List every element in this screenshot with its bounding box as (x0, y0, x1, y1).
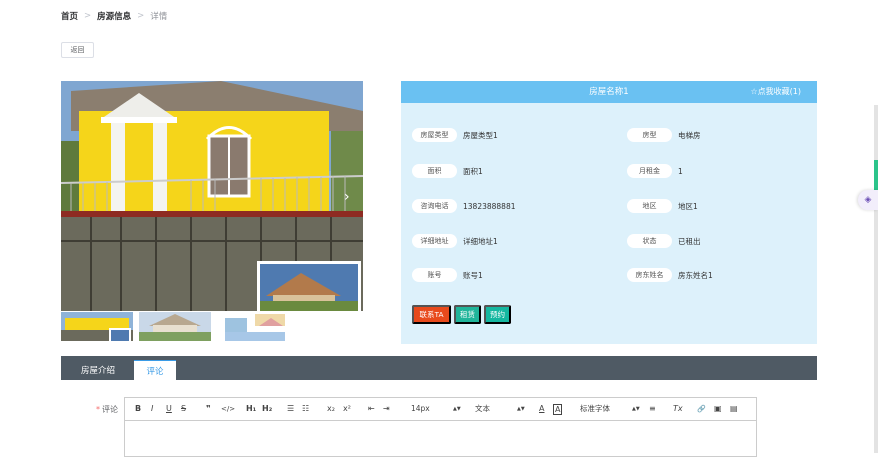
reserve-button[interactable]: 预约 (484, 305, 511, 324)
field-label: 面积 (412, 164, 457, 178)
field-region: 地区 地区1 (627, 199, 698, 213)
select-caret-icon: ▲▼ (453, 406, 461, 412)
font-family-value: 标准字体 (580, 404, 610, 413)
field-label: 房型 (627, 128, 672, 142)
tab-house-intro[interactable]: 房屋介绍 (69, 360, 127, 380)
comment-label: * 评论 (96, 404, 118, 415)
bold-icon[interactable]: B (135, 403, 141, 415)
field-house-type: 房屋类型 房屋类型1 (412, 128, 498, 142)
field-label: 咨询电话 (412, 199, 457, 213)
field-label: 房屋类型 (412, 128, 457, 142)
field-value: 房屋类型1 (463, 130, 498, 140)
house-photo (61, 81, 363, 311)
underline-icon[interactable]: U (166, 403, 172, 415)
tab-comments[interactable]: 评论 (134, 360, 176, 380)
action-buttons: 联系TA 租赁 预约 (412, 305, 511, 324)
required-mark: * (96, 405, 100, 414)
field-label: 房东姓名 (627, 268, 672, 282)
contact-button[interactable]: 联系TA (412, 305, 451, 324)
thumbnail[interactable] (61, 312, 133, 341)
field-account: 账号 账号1 (412, 268, 483, 282)
breadcrumb: 首页 > 房源信息 > 详情 (61, 10, 167, 22)
indent-icon[interactable]: ⇥ (383, 403, 390, 415)
field-value: 房东姓名1 (678, 270, 713, 280)
field-room-type: 房型 电梯房 (627, 128, 701, 142)
field-label: 账号 (412, 268, 457, 282)
bullet-list-icon[interactable]: ☷ (302, 403, 309, 415)
font-size-value: 14px (411, 404, 430, 413)
subscript-icon[interactable]: x₂ (327, 403, 335, 415)
field-value: 详细地址1 (463, 236, 498, 246)
superscript-icon[interactable]: x² (343, 403, 351, 415)
rich-text-editor: B I U S ❞ </> H₁ H₂ ☰ ☷ x₂ x² ⇤ ⇥ 14px ▲… (124, 397, 757, 457)
breadcrumb-section[interactable]: 房源信息 (97, 10, 131, 22)
field-label: 详细地址 (412, 234, 457, 248)
italic-icon[interactable]: I (151, 403, 153, 415)
field-value: 1 (678, 166, 683, 176)
editor-content-area[interactable] (125, 421, 756, 456)
quote-icon[interactable]: ❞ (206, 403, 211, 415)
field-value: 电梯房 (678, 130, 701, 140)
house-info-header: 房屋名称1 ☆点我收藏(1) (401, 81, 817, 103)
field-label: 月租金 (627, 164, 672, 178)
text-type-select[interactable]: 文本 ▲▼ (475, 403, 525, 415)
field-landlord: 房东姓名 房东姓名1 (627, 268, 713, 282)
scrollbar-thumb[interactable] (874, 160, 878, 190)
breadcrumb-current: 详情 (150, 12, 168, 22)
code-icon[interactable]: </> (221, 403, 235, 415)
font-size-select[interactable]: 14px ▲▼ (411, 403, 461, 415)
field-status: 状态 已租出 (627, 234, 701, 248)
text-type-value: 文本 (475, 404, 490, 413)
align-icon[interactable]: ≡ (649, 403, 656, 415)
breadcrumb-separator: > (137, 11, 145, 21)
field-value: 地区1 (678, 201, 698, 211)
house-image-carousel[interactable] (61, 81, 363, 311)
carousel-next-icon[interactable]: › (344, 190, 350, 204)
detail-tabs: 房屋介绍 评论 (61, 356, 817, 380)
clear-format-icon[interactable]: Tx (673, 403, 683, 415)
background-color-icon[interactable]: A (553, 404, 563, 415)
field-value: 13823888881 (463, 201, 516, 211)
house-info-panel: 房屋名称1 ☆点我收藏(1) 房屋类型 房屋类型1 房型 电梯房 面积 面积1 … (401, 81, 817, 344)
rent-button[interactable]: 租赁 (454, 305, 481, 324)
page-scrollbar[interactable] (874, 105, 878, 453)
font-family-select[interactable]: 标准字体 ▲▼ (580, 403, 640, 415)
select-caret-icon: ▲▼ (632, 406, 640, 412)
video-icon[interactable]: ▤ (730, 403, 738, 415)
ordered-list-icon[interactable]: ☰ (287, 403, 294, 415)
heading1-icon[interactable]: H₁ (246, 403, 256, 415)
field-value: 面积1 (463, 166, 483, 176)
assistant-float-icon[interactable]: ◈ (858, 190, 878, 210)
thumbnail[interactable] (139, 312, 211, 341)
heading2-icon[interactable]: H₂ (262, 403, 272, 415)
back-button[interactable]: 返回 (61, 42, 94, 58)
thumbnail[interactable] (217, 312, 289, 341)
field-value: 已租出 (678, 236, 701, 246)
comment-label-text: 评论 (102, 405, 118, 414)
field-label: 地区 (627, 199, 672, 213)
editor-toolbar: B I U S ❞ </> H₁ H₂ ☰ ☷ x₂ x² ⇤ ⇥ 14px ▲… (125, 398, 756, 421)
strikethrough-icon[interactable]: S (181, 403, 186, 415)
image-icon[interactable]: ▣ (714, 403, 722, 415)
font-color-icon[interactable]: A (539, 403, 544, 415)
field-phone: 咨询电话 13823888881 (412, 199, 516, 213)
breadcrumb-home[interactable]: 首页 (61, 10, 78, 22)
field-value: 账号1 (463, 270, 483, 280)
field-area: 面积 面积1 (412, 164, 483, 178)
outdent-icon[interactable]: ⇤ (368, 403, 375, 415)
breadcrumb-separator: > (84, 11, 92, 21)
field-address: 详细地址 详细地址1 (412, 234, 498, 248)
favorite-button[interactable]: ☆点我收藏(1) (750, 81, 801, 103)
field-label: 状态 (627, 234, 672, 248)
thumbnail-strip (61, 312, 289, 341)
link-icon[interactable]: 🔗 (697, 403, 706, 415)
select-caret-icon: ▲▼ (517, 406, 525, 412)
field-monthly-rent: 月租金 1 (627, 164, 683, 178)
